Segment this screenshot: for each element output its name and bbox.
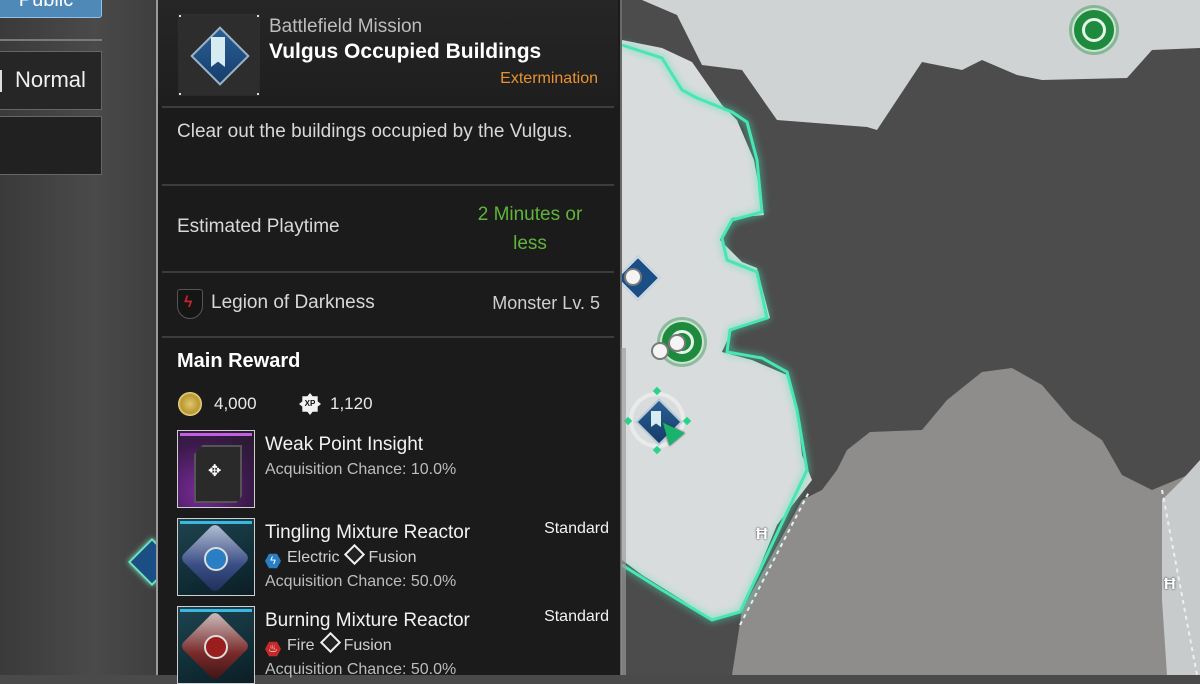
world-map[interactable]: Ħ Ħ xyxy=(622,0,1200,675)
element-label: Electric xyxy=(287,549,340,566)
module-chip-icon: ✥ xyxy=(177,430,255,508)
mission-info-panel: Battlefield Mission Vulgus Occupied Buil… xyxy=(156,0,622,684)
fire-reactor-icon xyxy=(177,606,255,684)
legion-emblem-icon: ϟ xyxy=(177,289,203,319)
item-name: Weak Point Insight xyxy=(265,434,424,455)
item-attributes: ♨ Fire Fusion xyxy=(265,631,392,657)
skill-type-label: Fusion xyxy=(343,637,392,654)
mission-category: Battlefield Mission xyxy=(269,16,423,37)
item-name: Tingling Mixture Reactor xyxy=(265,522,471,543)
gold-coin-icon xyxy=(178,392,202,416)
location-dot-icon xyxy=(624,268,642,286)
visibility-public-button[interactable]: Public xyxy=(0,0,102,18)
item-name: Burning Mixture Reactor xyxy=(265,610,470,631)
empty-slot-box[interactable] xyxy=(0,116,102,175)
electric-reactor-icon xyxy=(177,518,255,596)
divider xyxy=(162,271,614,273)
divider xyxy=(162,106,614,108)
mission-type: Extermination xyxy=(500,70,598,87)
item-tier: Standard xyxy=(544,520,609,537)
gold-amount: 4,000 xyxy=(214,394,257,413)
mission-description: Clear out the buildings occupied by the … xyxy=(177,121,573,142)
divider xyxy=(162,184,614,186)
reward-item[interactable]: ✥ Weak Point Insight Acquisition Chance:… xyxy=(177,430,609,508)
playtime-value: 2 Minutes or less xyxy=(477,204,583,254)
xp-badge-icon: XP xyxy=(299,393,321,415)
fusion-type-icon xyxy=(344,543,366,566)
difficulty-selector[interactable]: Normal xyxy=(0,51,102,110)
xp-amount: 1,120 xyxy=(330,394,373,413)
skill-type-label: Fusion xyxy=(368,549,417,566)
green-objective-marker-icon[interactable] xyxy=(1072,8,1116,52)
map-terrain xyxy=(622,0,1200,675)
selection-indicator xyxy=(0,70,2,92)
divider xyxy=(162,336,614,338)
reward-item[interactable]: Tingling Mixture Reactor Standard ϟ Elect… xyxy=(177,518,609,596)
item-tier: Standard xyxy=(544,608,609,625)
element-label: Fire xyxy=(287,637,315,654)
player-marker-icon[interactable] xyxy=(668,334,686,352)
acquisition-chance: Acquisition Chance: 50.0% xyxy=(265,573,457,590)
item-attributes: ϟ Electric Fusion xyxy=(265,543,417,569)
lobby-settings-column: Public Normal xyxy=(0,0,158,675)
acquisition-chance: Acquisition Chance: 50.0% xyxy=(265,661,457,678)
fusion-type-icon xyxy=(319,631,341,654)
gate-icon[interactable]: Ħ xyxy=(1164,576,1176,594)
playtime-label: Estimated Playtime xyxy=(177,216,340,237)
mission-header: Battlefield Mission Vulgus Occupied Buil… xyxy=(158,0,618,106)
monster-level: Monster Lv. 5 xyxy=(492,293,600,313)
reward-item[interactable]: Burning Mixture Reactor Standard ♨ Fire Fu… xyxy=(177,606,609,684)
mission-type-icon xyxy=(179,15,259,95)
acquisition-chance: Acquisition Chance: 10.0% xyxy=(265,461,457,478)
difficulty-label: Normal xyxy=(15,67,86,92)
mission-title: Vulgus Occupied Buildings xyxy=(269,40,542,63)
panel-scrollbar[interactable] xyxy=(621,348,626,675)
electric-element-icon: ϟ xyxy=(265,553,281,569)
player-marker-icon[interactable] xyxy=(651,342,669,360)
divider xyxy=(0,39,102,41)
gate-icon[interactable]: Ħ xyxy=(756,526,768,544)
fire-element-icon: ♨ xyxy=(265,641,281,657)
main-reward-heading: Main Reward xyxy=(177,350,301,372)
faction-name: Legion of Darkness xyxy=(211,292,375,313)
